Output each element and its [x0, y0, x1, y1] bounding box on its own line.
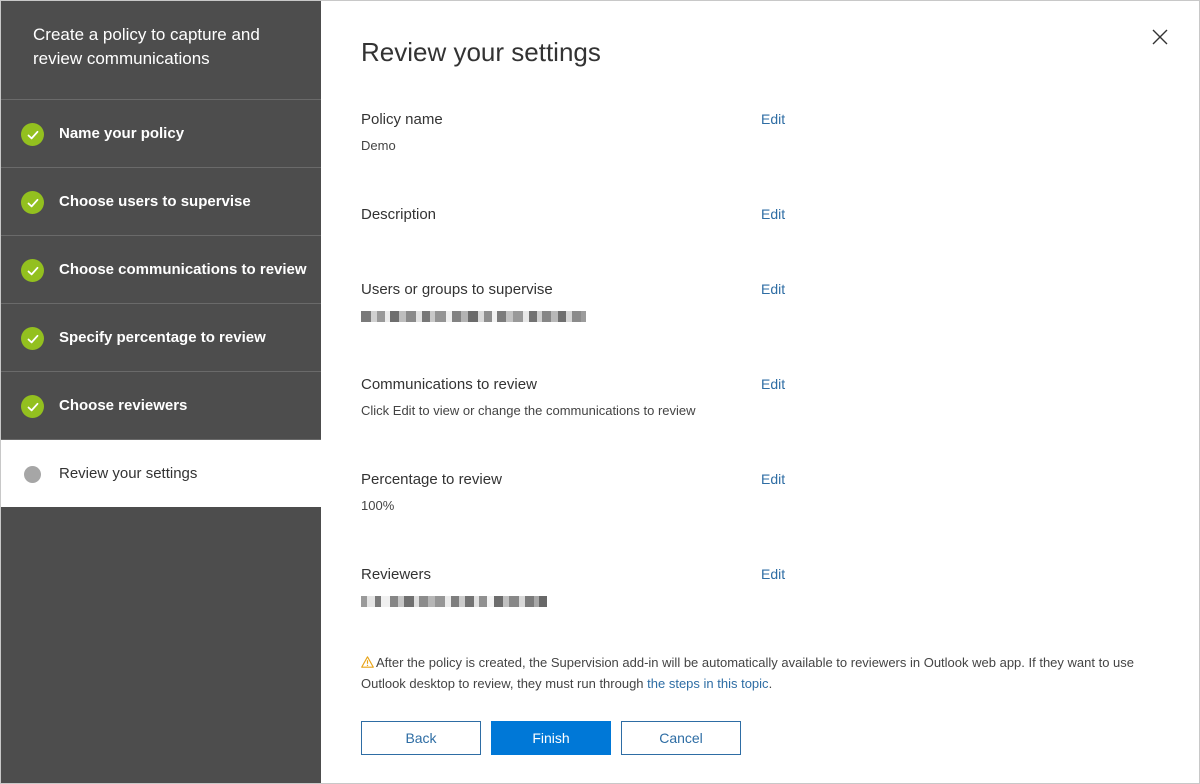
step-complete-checkmark-icon: [21, 123, 44, 146]
communications-heading: Communications to review: [361, 376, 537, 393]
step-complete-checkmark-icon: [21, 327, 44, 350]
step-choose-communications[interactable]: Choose communications to review: [1, 236, 321, 304]
users-value-redacted: [361, 308, 586, 325]
step-label: Review your settings: [59, 465, 198, 482]
redacted-text: [361, 311, 586, 322]
step-complete-checkmark-icon: [21, 259, 44, 282]
reviewers-value-redacted: [361, 593, 547, 610]
cancel-button[interactable]: Cancel: [621, 721, 741, 755]
step-complete-checkmark-icon: [21, 191, 44, 214]
description-heading: Description: [361, 206, 437, 223]
edit-percentage-link[interactable]: Edit: [761, 471, 785, 487]
step-current-dot-icon: [24, 466, 41, 483]
wizard-sidebar: Create a policy to capture and review co…: [1, 1, 321, 783]
step-review-settings[interactable]: Review your settings: [1, 440, 321, 507]
communications-value: Click Edit to view or change the communi…: [361, 403, 696, 418]
steps-topic-link[interactable]: the steps in this topic: [647, 676, 768, 691]
page-title: Review your settings: [361, 37, 601, 67]
supervision-note: After the policy is created, the Supervi…: [361, 652, 1161, 694]
step-specify-percentage[interactable]: Specify percentage to review: [1, 304, 321, 372]
step-label: Choose users to supervise: [59, 193, 251, 210]
review-panel: Review your settings Policy name Edit De…: [321, 1, 1199, 783]
step-label: Specify percentage to review: [59, 329, 266, 346]
users-heading: Users or groups to supervise: [361, 281, 553, 298]
edit-reviewers-link[interactable]: Edit: [761, 566, 785, 582]
warning-icon: [361, 656, 374, 668]
back-button[interactable]: Back: [361, 721, 481, 755]
step-choose-users[interactable]: Choose users to supervise: [1, 168, 321, 236]
edit-description-link[interactable]: Edit: [761, 206, 785, 222]
edit-users-link[interactable]: Edit: [761, 281, 785, 297]
step-choose-reviewers[interactable]: Choose reviewers: [1, 372, 321, 440]
policy-name-value: Demo: [361, 138, 396, 153]
step-label: Choose communications to review: [59, 261, 307, 278]
sidebar-title: Create a policy to capture and review co…: [1, 1, 321, 100]
step-label: Choose reviewers: [59, 397, 188, 414]
percentage-heading: Percentage to review: [361, 471, 502, 488]
policy-name-heading: Policy name: [361, 111, 443, 128]
step-label: Name your policy: [59, 125, 185, 142]
redacted-text: [361, 596, 547, 607]
percentage-value: 100%: [361, 498, 395, 513]
step-complete-checkmark-icon: [21, 395, 44, 418]
note-suffix: .: [768, 676, 773, 691]
edit-communications-link[interactable]: Edit: [761, 376, 785, 392]
reviewers-heading: Reviewers: [361, 566, 432, 583]
close-icon[interactable]: [1151, 28, 1169, 46]
finish-button[interactable]: Finish: [491, 721, 611, 755]
edit-policy-name-link[interactable]: Edit: [761, 111, 785, 127]
step-name-your-policy[interactable]: Name your policy: [1, 100, 321, 168]
